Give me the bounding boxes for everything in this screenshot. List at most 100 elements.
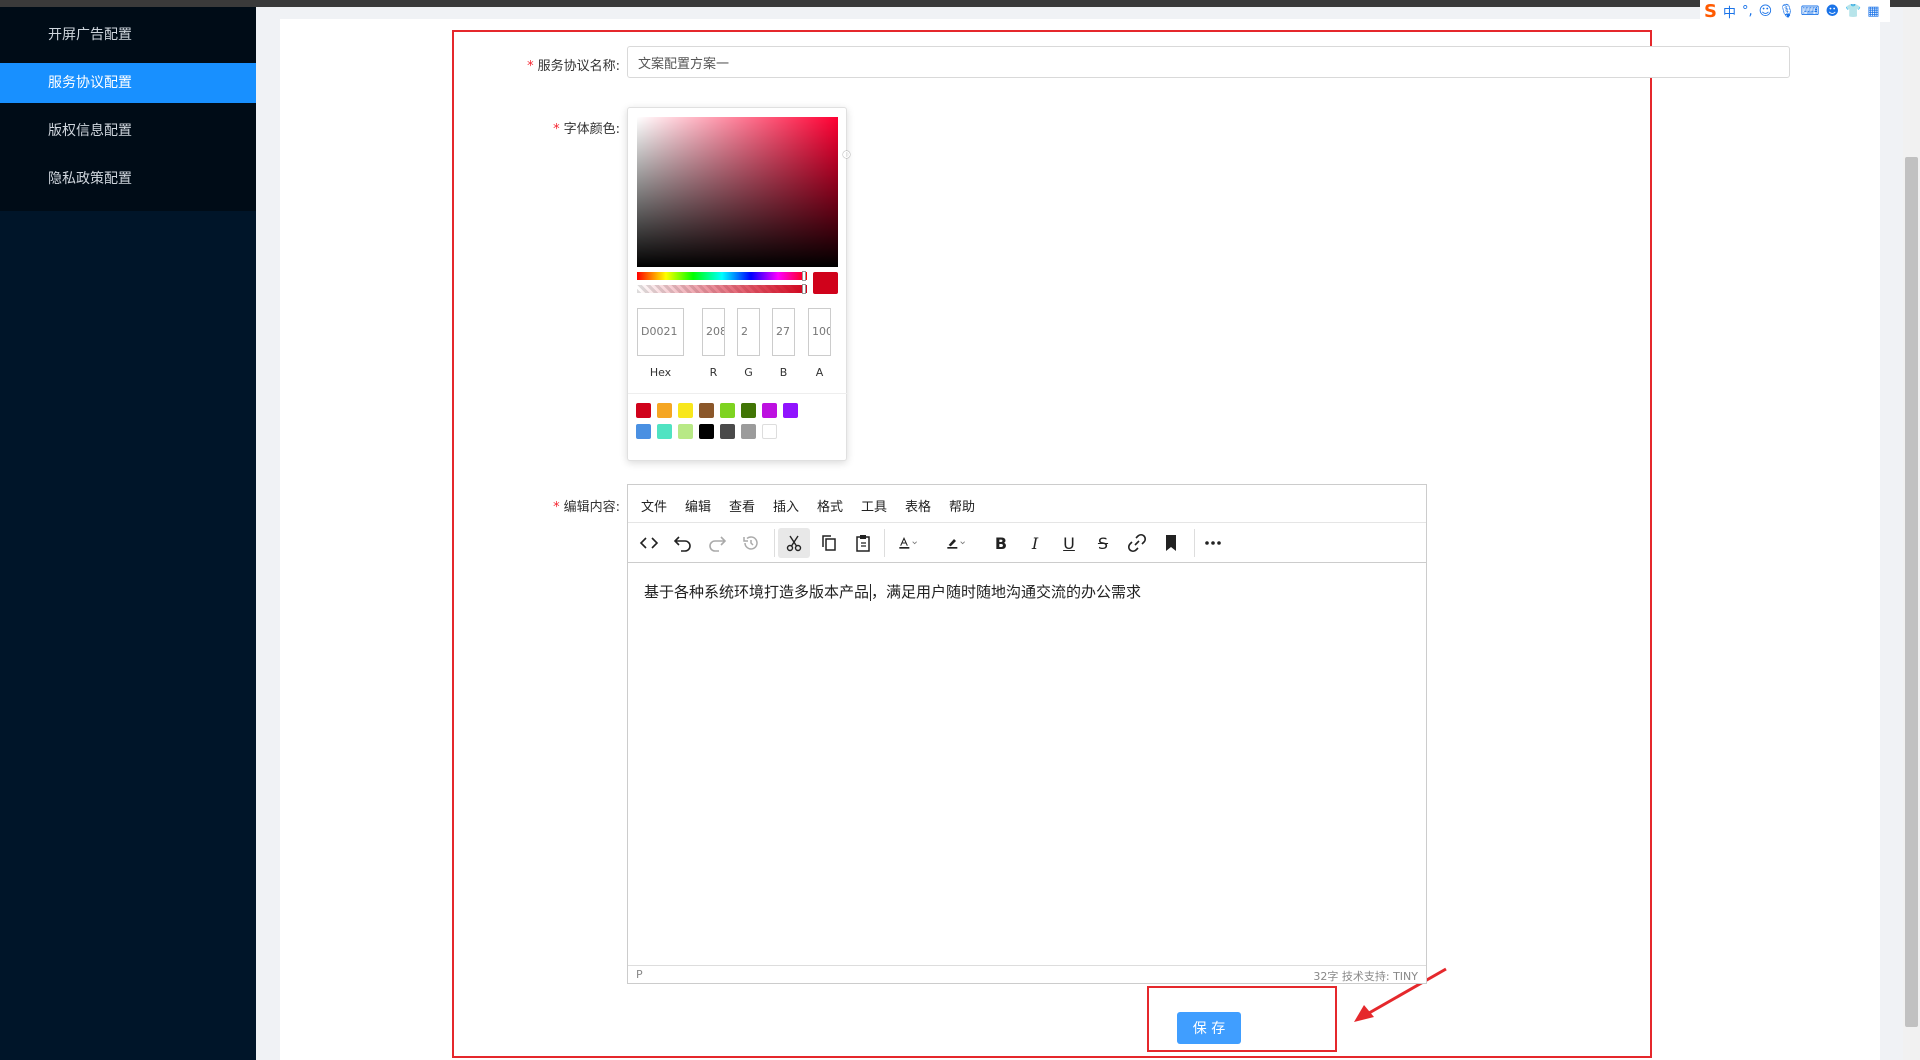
menu-insert[interactable]: 插入	[773, 496, 799, 515]
toolbar-separator	[884, 529, 885, 557]
element-path[interactable]: P	[636, 968, 643, 981]
color-swatch[interactable]	[678, 403, 693, 418]
menu-edit[interactable]: 编辑	[685, 496, 711, 515]
required-mark: *	[553, 122, 560, 137]
cut-icon[interactable]	[778, 528, 810, 558]
annotation-save-box	[1147, 986, 1337, 1052]
editor-text: 基于各种系统环境打造多版本产品	[644, 583, 870, 601]
word-count-and-credit: 32字 技术支持: TINY	[1313, 970, 1418, 983]
sidebar-submenu: 开屏广告配置 服务协议配置 版权信息配置 隐私政策配置	[0, 7, 256, 211]
page-scrollbar[interactable]	[1903, 7, 1920, 1060]
color-swatch[interactable]	[699, 424, 714, 439]
microphone-icon[interactable]: 🎙	[1778, 4, 1795, 19]
paste-icon[interactable]	[848, 528, 878, 558]
font-color-label-text: 字体颜色:	[563, 122, 620, 137]
content-label: * 编辑内容:	[500, 496, 620, 515]
menu-table[interactable]: 表格	[905, 496, 931, 515]
color-swatch[interactable]	[720, 424, 735, 439]
sidebar-item-splash-ad[interactable]: 开屏广告配置	[0, 15, 256, 55]
redo-icon[interactable]	[702, 528, 732, 558]
color-swatch[interactable]	[657, 403, 672, 418]
color-swatch[interactable]	[741, 424, 756, 439]
font-color-label: * 字体颜色:	[500, 118, 620, 137]
blue-input[interactable]: 27	[772, 308, 795, 356]
saturation-handle[interactable]	[843, 151, 850, 158]
italic-icon[interactable]: I	[1020, 528, 1050, 558]
underline-icon[interactable]: U	[1054, 528, 1084, 558]
copy-icon[interactable]	[814, 528, 844, 558]
highlight-color-icon[interactable]	[936, 528, 976, 558]
menu-format[interactable]: 格式	[817, 496, 843, 515]
user-icon[interactable]: ☻	[1825, 4, 1839, 19]
hex-input[interactable]: D0021	[637, 308, 684, 356]
green-input[interactable]: 2	[737, 308, 760, 356]
ime-toolbar: S 中 °, ☺ 🎙 ⌨ ☻ 👕 ▦	[1700, 0, 1890, 22]
color-swatch[interactable]	[762, 403, 777, 418]
rich-text-editor: 文件 编辑 查看 插入 格式 工具 表格 帮助 B I U S 基于各种系统环境…	[627, 484, 1427, 984]
color-preview-swatch	[813, 272, 838, 294]
editor-text-after-caret: ，满足用户随时随地沟通交流的办公需求	[871, 583, 1142, 601]
scrollbar-thumb[interactable]	[1905, 157, 1918, 1027]
browser-top-bar	[0, 0, 1920, 7]
color-swatch[interactable]	[636, 424, 651, 439]
text-color-icon[interactable]	[888, 528, 928, 558]
menu-tools[interactable]: 工具	[861, 496, 887, 515]
menu-view[interactable]: 查看	[729, 496, 755, 515]
punctuation-icon[interactable]: °,	[1742, 4, 1753, 19]
alpha-input[interactable]: 100	[808, 308, 831, 356]
hue-slider[interactable]	[637, 271, 807, 281]
undo-icon[interactable]	[668, 528, 698, 558]
save-button[interactable]: 保 存	[1177, 1012, 1241, 1044]
sidebar-item-copyright[interactable]: 版权信息配置	[0, 111, 256, 151]
color-swatch[interactable]	[699, 403, 714, 418]
editor-statusbar: P 32字 技术支持: TINY	[628, 965, 1426, 983]
alpha-handle[interactable]	[802, 284, 806, 294]
sogou-logo-icon[interactable]: S	[1704, 1, 1717, 22]
content-label-text: 编辑内容:	[563, 500, 620, 515]
ime-mode-toggle[interactable]: 中	[1723, 2, 1736, 21]
picker-divider	[628, 393, 847, 394]
toolbar-separator	[774, 529, 775, 557]
alpha-slider[interactable]	[637, 284, 807, 294]
keyboard-icon[interactable]: ⌨	[1801, 4, 1820, 19]
hex-label: Hex	[649, 366, 672, 379]
color-picker-popup: D0021 208 2 27 100 Hex R G B A	[627, 107, 850, 461]
color-swatch[interactable]	[741, 403, 756, 418]
color-swatch[interactable]	[678, 424, 693, 439]
skin-icon[interactable]: 👕	[1845, 4, 1861, 19]
blue-label: B	[779, 366, 788, 379]
editor-toolbar: B I U S	[628, 523, 1426, 563]
strikethrough-icon[interactable]: S	[1088, 528, 1118, 558]
color-swatch[interactable]	[636, 403, 651, 418]
sidebar: 开屏广告配置 服务协议配置 版权信息配置 隐私政策配置	[0, 7, 256, 1060]
color-swatch[interactable]	[720, 403, 735, 418]
required-mark: *	[553, 500, 560, 515]
more-icon[interactable]	[1198, 528, 1228, 558]
red-input[interactable]: 208	[702, 308, 725, 356]
menu-help[interactable]: 帮助	[949, 496, 975, 515]
color-swatch[interactable]	[762, 424, 777, 439]
menu-file[interactable]: 文件	[641, 496, 667, 515]
saturation-area[interactable]	[637, 117, 850, 267]
grid-menu-icon[interactable]: ▦	[1867, 4, 1879, 19]
sidebar-item-service-agreement[interactable]: 服务协议配置	[0, 63, 256, 103]
toolbar-separator	[1194, 529, 1195, 557]
hue-handle[interactable]	[802, 271, 806, 281]
history-icon[interactable]	[736, 528, 766, 558]
color-swatch[interactable]	[657, 424, 672, 439]
sidebar-item-privacy-policy[interactable]: 隐私政策配置	[0, 159, 256, 199]
alpha-label: A	[815, 366, 824, 379]
color-swatch[interactable]	[783, 403, 798, 418]
editor-menubar: 文件 编辑 查看 插入 格式 工具 表格 帮助	[628, 485, 1426, 523]
agreement-name-input[interactable]	[627, 46, 1790, 78]
code-icon[interactable]	[634, 528, 664, 558]
agreement-name-label: * 服务协议名称:	[500, 55, 620, 74]
bold-icon[interactable]: B	[986, 528, 1016, 558]
emoji-icon[interactable]: ☺	[1759, 4, 1773, 19]
green-label: G	[744, 366, 753, 379]
red-label: R	[709, 366, 718, 379]
bookmark-icon[interactable]	[1156, 528, 1186, 558]
required-mark: *	[527, 59, 534, 74]
link-icon[interactable]	[1122, 528, 1152, 558]
editor-content-area[interactable]: 基于各种系统环境打造多版本产品 ，满足用户随时随地沟通交流的办公需求	[644, 581, 1141, 602]
